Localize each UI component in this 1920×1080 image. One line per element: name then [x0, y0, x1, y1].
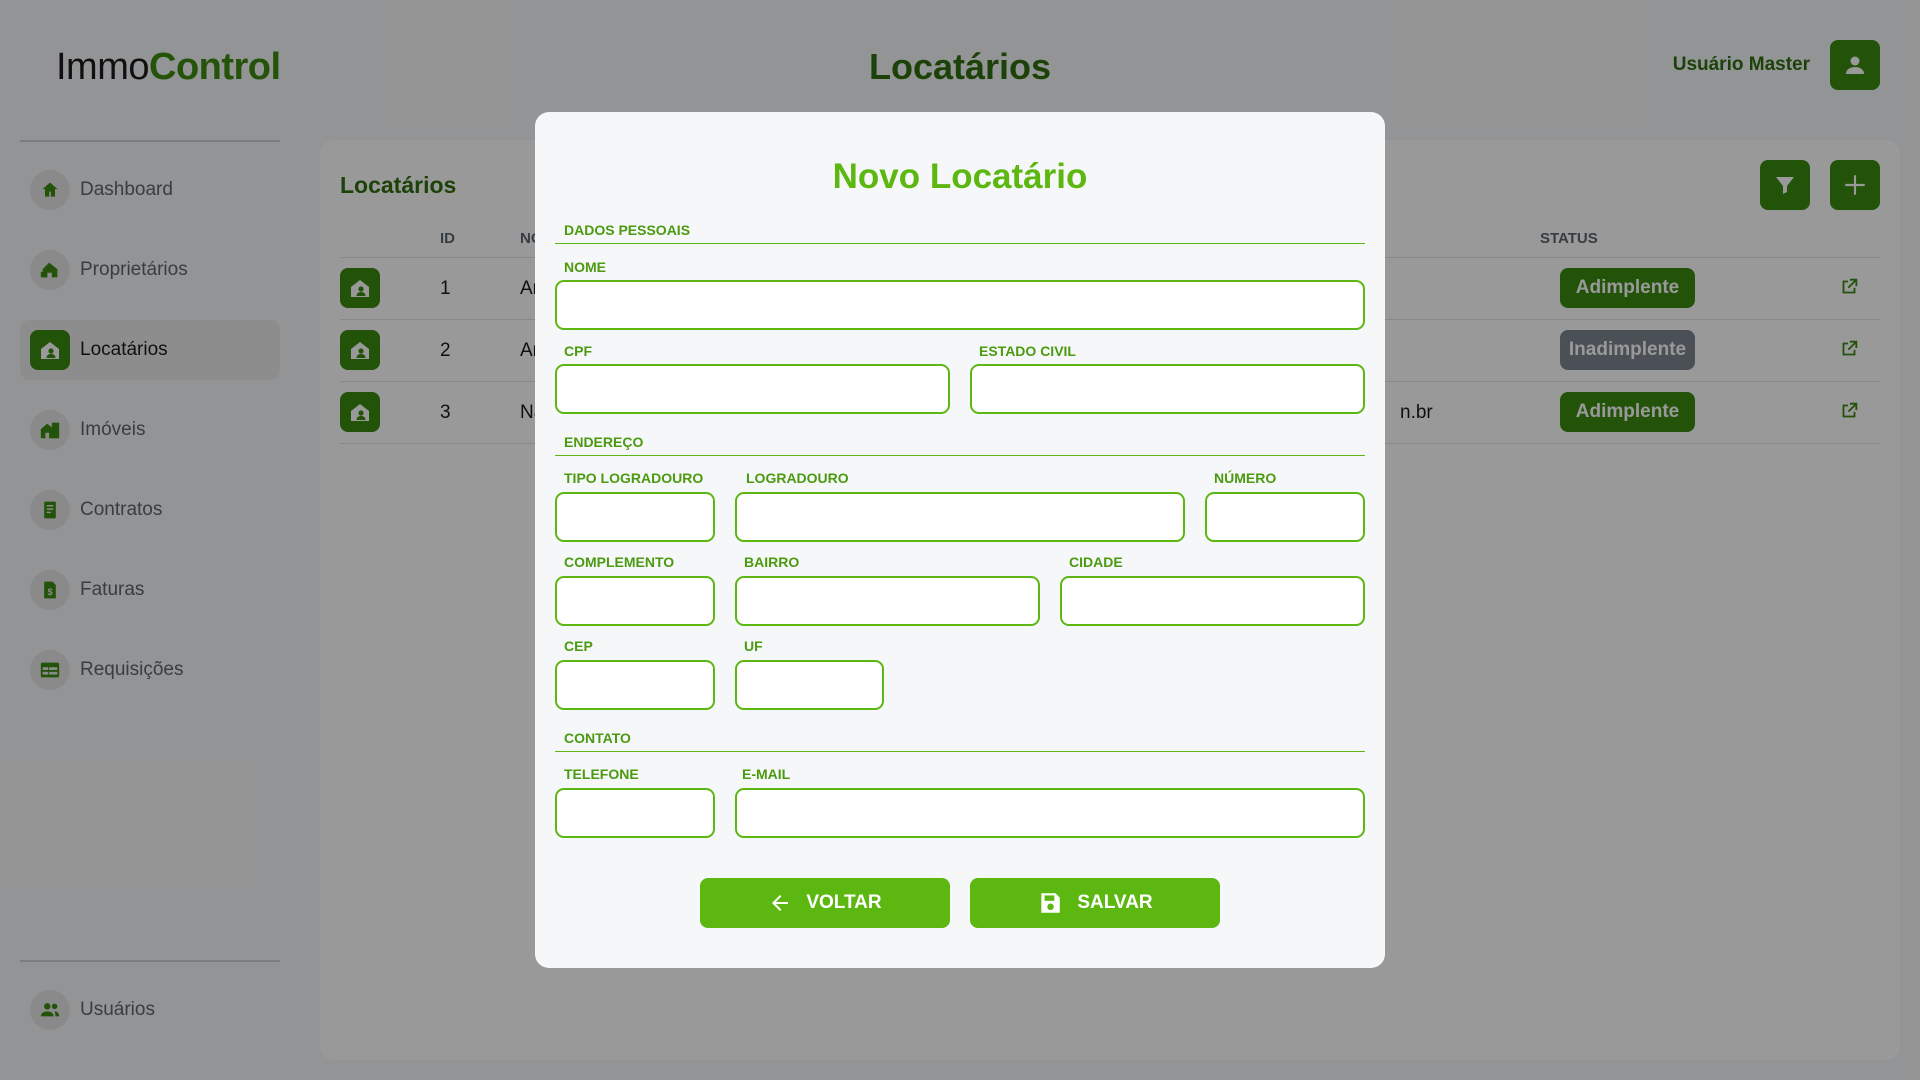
complemento-label: COMPLEMENTO: [564, 554, 675, 570]
estado-civil-label: ESTADO CIVIL: [979, 343, 1076, 359]
section-title: ENDEREÇO: [564, 434, 644, 450]
cpf-label: CPF: [564, 343, 592, 359]
cpf-input[interactable]: [555, 364, 950, 414]
email-label: E-MAIL: [742, 766, 791, 782]
modal-title: Novo Locatário: [832, 157, 1088, 196]
tipo-logradouro-label: TIPO LOGRADOURO: [564, 470, 704, 486]
bairro-input[interactable]: [735, 576, 1040, 626]
numero-label: NÚMERO: [1214, 470, 1277, 486]
section-contact: CONTATO: [555, 728, 1365, 752]
telefone-label: TELEFONE: [564, 766, 639, 782]
cep-label: CEP: [564, 638, 593, 654]
section-address: ENDEREÇO: [555, 432, 1365, 456]
logradouro-label: LOGRADOURO: [746, 470, 849, 486]
tipo-logradouro-input[interactable]: [555, 492, 715, 542]
section-personal-data: DADOS PESSOAIS: [555, 220, 1365, 244]
floppy-disk-icon: [1041, 893, 1061, 913]
uf-label: UF: [744, 638, 763, 654]
complemento-input[interactable]: [555, 576, 715, 626]
cep-input[interactable]: [555, 660, 715, 710]
numero-input[interactable]: [1205, 492, 1365, 542]
new-tenant-modal: Novo Locatário DADOS PESSOAIS NOME CPF E…: [535, 112, 1385, 968]
arrow-left-icon: [772, 895, 789, 911]
app: ImmoControl Locatários Usuário Master Da…: [0, 0, 1920, 1080]
uf-input[interactable]: [735, 660, 884, 710]
nome-input[interactable]: [555, 280, 1365, 330]
estado-civil-input[interactable]: [970, 364, 1365, 414]
back-button[interactable]: VOLTAR: [700, 878, 950, 928]
logradouro-input[interactable]: [735, 492, 1185, 542]
back-button-label: VOLTAR: [806, 892, 882, 913]
cidade-label: CIDADE: [1069, 554, 1123, 570]
nome-label: NOME: [564, 259, 606, 275]
save-button-label: SALVAR: [1077, 892, 1153, 913]
email-input[interactable]: [735, 788, 1365, 838]
section-title: CONTATO: [564, 730, 631, 746]
section-title: DADOS PESSOAIS: [564, 222, 691, 238]
save-button[interactable]: SALVAR: [970, 878, 1220, 928]
cidade-input[interactable]: [1060, 576, 1365, 626]
bairro-label: BAIRRO: [744, 554, 800, 570]
telefone-input[interactable]: [555, 788, 715, 838]
